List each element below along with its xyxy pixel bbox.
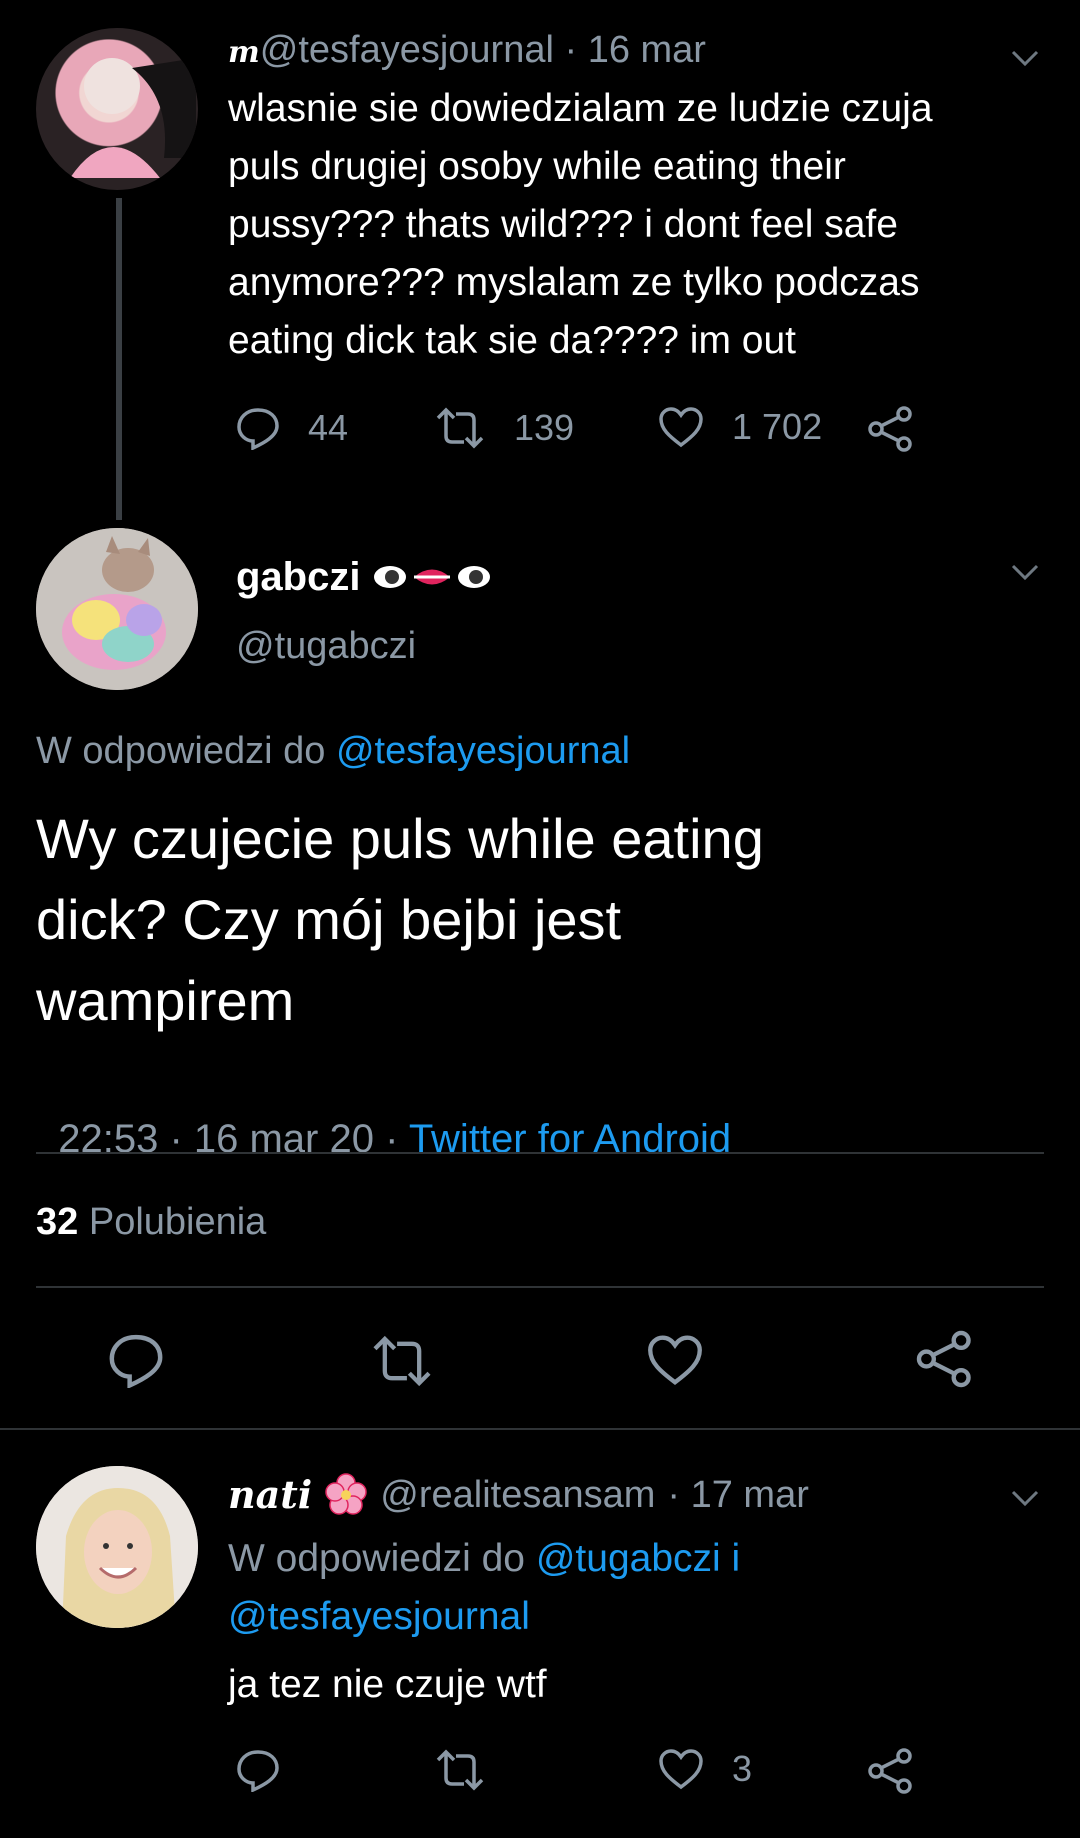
likes-summary[interactable]: 32 Polubienia <box>36 1198 266 1246</box>
retweet-icon[interactable] <box>370 1334 434 1388</box>
tweet1-text: wlasnie sie dowiedzialam ze ludzie czuja… <box>228 80 1048 370</box>
reply-to-and: i <box>731 1537 741 1580</box>
reply-context: W odpowiedzi do @tesfayesjournal <box>36 726 630 776</box>
reply-to-label: W odpowiedzi do <box>36 730 326 772</box>
tweet-line: anymore??? myslalam ze tylko podczas <box>228 261 920 304</box>
tweet-meta: 22:53 · 16 mar 20 · Twitter for Android <box>36 1064 731 1164</box>
reply-icon[interactable] <box>108 1332 164 1388</box>
tweet3-header: nati @realitesansam · 17 mar <box>228 1470 809 1520</box>
tweet-line: wlasnie sie dowiedzialam ze ludzie czuja <box>228 87 933 130</box>
likes-count: 32 <box>36 1201 79 1243</box>
tweet-line: pussy??? thats wild??? i dont feel safe <box>228 203 898 246</box>
avatar-realitesansam[interactable] <box>36 1466 198 1628</box>
share-icon[interactable] <box>866 404 916 454</box>
user-name-script[interactable]: m <box>228 35 260 70</box>
tweet-line: eating dick tak sie da???? im out <box>228 319 797 362</box>
retweet-count: 139 <box>514 407 575 448</box>
likes-label: Polubienia <box>88 1201 267 1243</box>
user-handle[interactable]: @tugabczi <box>236 622 416 670</box>
reply-icon[interactable] <box>236 1748 280 1792</box>
reply-to-link[interactable]: @tesfayesjournal <box>228 1595 530 1638</box>
tweet-line: wampirem <box>36 969 295 1032</box>
reply-icon <box>237 408 279 450</box>
chevron-down-icon[interactable] <box>1008 40 1042 74</box>
user-handle[interactable]: @realitesansam <box>380 1470 655 1520</box>
section-divider <box>0 1428 1080 1430</box>
tweet-time[interactable]: · 16 mar <box>564 29 705 71</box>
thread-line <box>116 198 122 520</box>
like-icon <box>659 1749 703 1790</box>
tweet-time[interactable]: · 17 mar <box>667 1470 808 1520</box>
tweet3-text: ja tez nie czuje wtf <box>228 1663 547 1706</box>
tweet-timestamp: 22:53 · 16 mar 20 · <box>58 1117 409 1161</box>
reply-to-link[interactable]: @tesfayesjournal <box>336 730 630 772</box>
reply-count: 44 <box>308 407 349 448</box>
tweet2-text: Wy czujecie puls while eating dick? Czy … <box>36 798 1036 1041</box>
retweet-icon <box>436 407 484 449</box>
tweet1-header: m@tesfayesjournal · 16 mar <box>228 26 706 77</box>
like-icon <box>659 407 703 448</box>
avatar-portrait-icon <box>70 58 196 178</box>
tweet-line: dick? Czy mój bejbi jest <box>36 888 622 951</box>
blossom-icon <box>325 1473 367 1515</box>
share-icon[interactable] <box>914 1328 976 1390</box>
like-button[interactable]: 1 702 <box>658 406 822 448</box>
divider <box>36 1286 1044 1288</box>
chevron-down-icon[interactable] <box>1008 554 1042 588</box>
reply-to-link[interactable]: @tugabczi <box>536 1537 721 1580</box>
tweet-line: puls drugiej osoby while eating their <box>228 145 846 188</box>
retweet-button[interactable]: 139 <box>434 406 574 450</box>
user-name: gabczi <box>236 555 361 599</box>
user-handle[interactable]: @tesfayesjournal <box>260 29 554 71</box>
reply-to-label: W odpowiedzi do <box>228 1537 525 1580</box>
tweet-source-link[interactable]: Twitter for Android <box>409 1117 731 1161</box>
reply-button[interactable]: 44 <box>236 406 348 450</box>
eye-lips-eye-emoji-icon <box>374 566 491 588</box>
avatar-tesfayesjournal[interactable] <box>36 28 198 190</box>
like-icon[interactable] <box>646 1334 704 1386</box>
avatar-portrait-icon <box>36 1466 198 1628</box>
tweet2-name-row[interactable]: gabczi <box>236 552 492 602</box>
like-button[interactable]: 3 <box>658 1748 752 1790</box>
like-count: 1 702 <box>732 406 823 447</box>
retweet-icon[interactable] <box>434 1748 486 1792</box>
user-name[interactable]: nati <box>228 1470 312 1520</box>
avatar-cat-icon <box>36 528 198 690</box>
reply-context: W odpowiedzi do @tugabczi i @tesfayesjou… <box>228 1530 1048 1646</box>
share-icon[interactable] <box>866 1746 916 1796</box>
like-count: 3 <box>732 1748 753 1789</box>
divider <box>36 1152 1044 1154</box>
avatar-tugabczi[interactable] <box>36 528 198 690</box>
tweet-line: Wy czujecie puls while eating <box>36 807 764 870</box>
chevron-down-icon[interactable] <box>1008 1480 1042 1514</box>
